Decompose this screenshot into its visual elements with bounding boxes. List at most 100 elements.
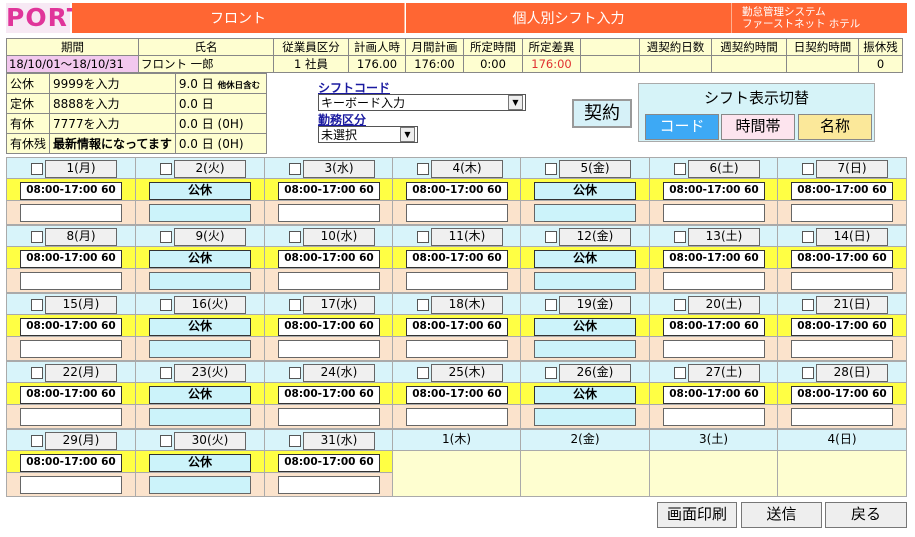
shift-input-field[interactable] bbox=[663, 272, 765, 290]
contract-button[interactable]: 契約 bbox=[572, 99, 632, 128]
shift-input-field[interactable] bbox=[20, 476, 122, 494]
shift-input-field[interactable] bbox=[406, 408, 508, 426]
day-button[interactable]: 30(火) bbox=[174, 432, 246, 450]
day-button[interactable]: 14(日) bbox=[816, 228, 888, 246]
shift-value[interactable]: 08:00-17:00 60 bbox=[278, 250, 380, 268]
shift-input-field[interactable] bbox=[20, 340, 122, 358]
day-button[interactable]: 25(木) bbox=[431, 364, 503, 382]
work-type-select[interactable]: 未選択 ▼ bbox=[318, 126, 418, 143]
day-button[interactable]: 20(土) bbox=[688, 296, 760, 314]
day-checkbox[interactable] bbox=[31, 367, 43, 379]
day-checkbox[interactable] bbox=[545, 367, 557, 379]
shift-value[interactable]: 08:00-17:00 60 bbox=[663, 182, 765, 200]
shift-input-field[interactable] bbox=[663, 408, 765, 426]
shift-value[interactable]: 公休 bbox=[149, 386, 251, 404]
day-checkbox[interactable] bbox=[545, 163, 557, 175]
shift-value[interactable]: 公休 bbox=[534, 250, 636, 268]
shift-value[interactable]: 08:00-17:00 60 bbox=[20, 318, 122, 336]
shift-value[interactable]: 08:00-17:00 60 bbox=[406, 386, 508, 404]
print-screen-button[interactable]: 画面印刷 bbox=[657, 502, 737, 528]
shift-value[interactable]: 08:00-17:00 60 bbox=[20, 182, 122, 200]
day-button[interactable]: 8(月) bbox=[45, 228, 117, 246]
day-checkbox[interactable] bbox=[674, 367, 686, 379]
shift-input-field[interactable] bbox=[791, 408, 893, 426]
day-button[interactable]: 6(土) bbox=[688, 160, 760, 178]
shift-value[interactable]: 公休 bbox=[534, 386, 636, 404]
day-checkbox[interactable] bbox=[417, 367, 429, 379]
day-button[interactable]: 12(金) bbox=[559, 228, 631, 246]
day-button[interactable]: 24(水) bbox=[303, 364, 375, 382]
shift-input-field[interactable] bbox=[534, 272, 636, 290]
day-checkbox[interactable] bbox=[160, 299, 172, 311]
day-button[interactable]: 16(火) bbox=[174, 296, 246, 314]
shift-value[interactable]: 公休 bbox=[534, 182, 636, 200]
day-button[interactable]: 17(水) bbox=[303, 296, 375, 314]
day-checkbox[interactable] bbox=[802, 299, 814, 311]
shift-value[interactable]: 08:00-17:00 60 bbox=[406, 250, 508, 268]
shift-input-field[interactable] bbox=[278, 340, 380, 358]
shift-input-field[interactable] bbox=[149, 408, 251, 426]
shift-value[interactable]: 08:00-17:00 60 bbox=[20, 454, 122, 472]
shift-value[interactable]: 08:00-17:00 60 bbox=[663, 250, 765, 268]
day-button[interactable]: 29(月) bbox=[45, 432, 117, 450]
toggle-time-button[interactable]: 時間帯 bbox=[721, 114, 795, 140]
shift-input-field[interactable] bbox=[149, 476, 251, 494]
day-checkbox[interactable] bbox=[289, 435, 301, 447]
day-button[interactable]: 27(土) bbox=[688, 364, 760, 382]
shift-value[interactable]: 08:00-17:00 60 bbox=[278, 318, 380, 336]
day-checkbox[interactable] bbox=[31, 163, 43, 175]
day-button[interactable]: 31(水) bbox=[303, 432, 375, 450]
day-button[interactable]: 28(日) bbox=[816, 364, 888, 382]
day-checkbox[interactable] bbox=[289, 299, 301, 311]
day-checkbox[interactable] bbox=[674, 231, 686, 243]
shift-input-field[interactable] bbox=[406, 340, 508, 358]
day-checkbox[interactable] bbox=[160, 163, 172, 175]
shift-value[interactable]: 公休 bbox=[149, 318, 251, 336]
day-checkbox[interactable] bbox=[31, 231, 43, 243]
day-button[interactable]: 21(日) bbox=[816, 296, 888, 314]
shift-input-field[interactable] bbox=[20, 408, 122, 426]
shift-value[interactable]: 08:00-17:00 60 bbox=[663, 318, 765, 336]
shift-input-field[interactable] bbox=[278, 204, 380, 222]
shift-value[interactable]: 08:00-17:00 60 bbox=[406, 182, 508, 200]
shift-value[interactable]: 08:00-17:00 60 bbox=[791, 182, 893, 200]
day-button[interactable]: 11(木) bbox=[431, 228, 503, 246]
shift-input-field[interactable] bbox=[534, 204, 636, 222]
shift-input-field[interactable] bbox=[278, 476, 380, 494]
shift-value[interactable]: 公休 bbox=[149, 182, 251, 200]
toggle-name-button[interactable]: 名称 bbox=[798, 114, 872, 140]
day-checkbox[interactable] bbox=[545, 231, 557, 243]
shift-value[interactable]: 08:00-17:00 60 bbox=[20, 250, 122, 268]
day-button[interactable]: 26(金) bbox=[559, 364, 631, 382]
day-button[interactable]: 23(火) bbox=[174, 364, 246, 382]
shift-input-field[interactable] bbox=[149, 204, 251, 222]
day-button[interactable]: 1(月) bbox=[45, 160, 117, 178]
shift-input-field[interactable] bbox=[791, 340, 893, 358]
shift-value[interactable]: 08:00-17:00 60 bbox=[663, 386, 765, 404]
day-checkbox[interactable] bbox=[802, 231, 814, 243]
day-checkbox[interactable] bbox=[289, 231, 301, 243]
shift-input-field[interactable] bbox=[278, 408, 380, 426]
shift-input-field[interactable] bbox=[663, 340, 765, 358]
back-button[interactable]: 戻る bbox=[825, 502, 907, 528]
day-checkbox[interactable] bbox=[802, 367, 814, 379]
day-button[interactable]: 4(木) bbox=[431, 160, 503, 178]
day-button[interactable]: 13(土) bbox=[688, 228, 760, 246]
day-checkbox[interactable] bbox=[289, 367, 301, 379]
day-checkbox[interactable] bbox=[417, 299, 429, 311]
shift-input-field[interactable] bbox=[663, 204, 765, 222]
day-checkbox[interactable] bbox=[160, 231, 172, 243]
shift-input-field[interactable] bbox=[149, 272, 251, 290]
day-button[interactable]: 10(水) bbox=[303, 228, 375, 246]
shift-input-field[interactable] bbox=[278, 272, 380, 290]
day-button[interactable]: 5(金) bbox=[559, 160, 631, 178]
shift-value[interactable]: 08:00-17:00 60 bbox=[406, 318, 508, 336]
day-checkbox[interactable] bbox=[160, 367, 172, 379]
shift-value[interactable]: 公休 bbox=[534, 318, 636, 336]
day-button[interactable]: 22(月) bbox=[45, 364, 117, 382]
shift-input-field[interactable] bbox=[149, 340, 251, 358]
shift-value[interactable]: 08:00-17:00 60 bbox=[791, 386, 893, 404]
shift-value[interactable]: 08:00-17:00 60 bbox=[791, 250, 893, 268]
day-checkbox[interactable] bbox=[289, 163, 301, 175]
shift-input-field[interactable] bbox=[406, 204, 508, 222]
